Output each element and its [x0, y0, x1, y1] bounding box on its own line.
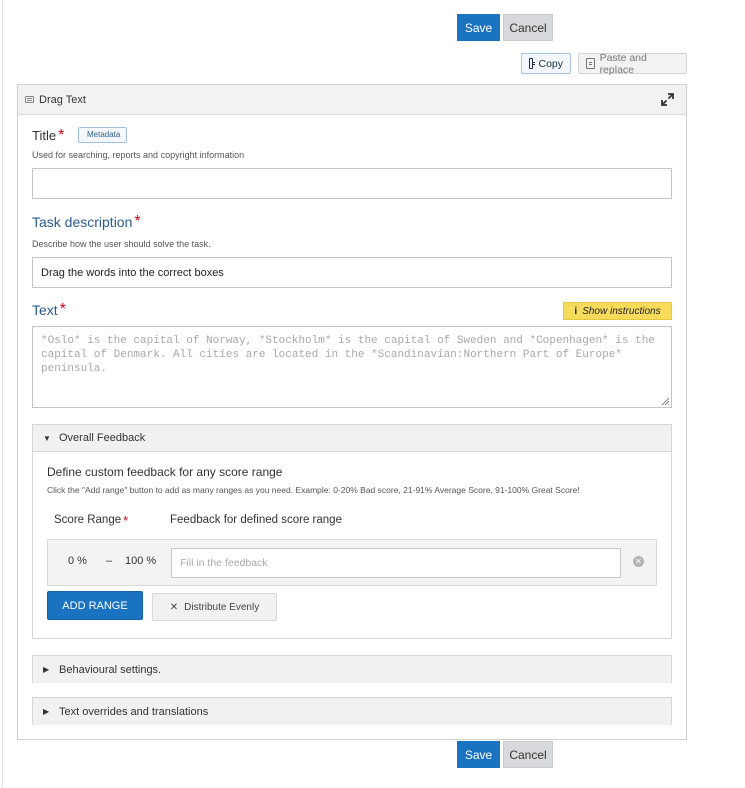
cancel-button-top[interactable]: Cancel — [503, 14, 553, 41]
title-label-text: Title — [32, 128, 57, 143]
title-input[interactable] — [32, 168, 672, 199]
save-button-top[interactable]: Save — [457, 14, 500, 41]
paste-label: Paste and replace — [599, 51, 647, 76]
feedback-section-description: Click the "Add range" button to add as m… — [47, 485, 580, 495]
text-required-mark: * — [59, 301, 66, 318]
fullscreen-icon[interactable] — [661, 93, 674, 106]
distribute-evenly-button[interactable]: ✕ Distribute Evenly — [152, 593, 277, 621]
task-description-input[interactable]: Drag the words into the correct boxes — [32, 257, 672, 288]
text-textarea[interactable]: *Oslo* is the capital of Norway, *Stockh… — [32, 326, 672, 408]
show-instructions-label: Show instructions — [582, 305, 661, 317]
add-range-button[interactable]: ADD RANGE — [47, 591, 143, 620]
remove-range-icon[interactable]: ✕ — [633, 556, 644, 567]
text-placeholder: *Oslo* is the capital of Norway, *Stockh… — [41, 335, 655, 375]
copy-label: Copy — [538, 57, 563, 70]
behavioural-settings-title: Behavioural settings. — [59, 663, 162, 676]
page-left-border — [2, 0, 3, 788]
text-label: Text * — [32, 301, 66, 319]
cancel-button-bottom[interactable]: Cancel — [503, 741, 553, 768]
text-overrides-title: Text overrides and translations — [59, 705, 209, 718]
resize-handle-icon[interactable] — [661, 397, 670, 406]
score-range-header: Score Range * — [54, 514, 128, 527]
paste-icon — [586, 58, 595, 69]
caret-right-icon: ▶ — [43, 665, 50, 674]
panel-title: Drag Text — [39, 93, 86, 106]
library-icon — [25, 96, 34, 103]
behavioural-settings-header[interactable]: ▶ Behavioural settings. — [33, 656, 671, 683]
task-description-label-text: Task description — [32, 214, 133, 230]
title-description: Used for searching, reports and copyrigh… — [32, 150, 245, 160]
show-instructions-button[interactable]: i Show instructions — [563, 302, 672, 320]
caret-right-icon: ▶ — [43, 707, 50, 716]
metadata-button[interactable]: Metadata — [78, 127, 128, 143]
range-from: 0 % — [68, 555, 87, 567]
overall-feedback-header[interactable]: ▼ Overall Feedback — [33, 425, 671, 452]
title-required-mark: * — [58, 127, 65, 144]
feedback-input[interactable]: Fill in the feedback — [171, 548, 621, 578]
score-range-row: 0 % – 100 % Fill in the feedback ✕ — [47, 539, 657, 586]
feedback-header: Feedback for defined score range — [170, 514, 342, 526]
text-overrides-header[interactable]: ▶ Text overrides and translations — [33, 698, 671, 725]
copy-icon — [529, 58, 536, 69]
text-label-text: Text — [32, 302, 58, 318]
text-overrides-group[interactable]: ▶ Text overrides and translations — [32, 697, 672, 725]
close-x-icon: ✕ — [169, 601, 179, 613]
save-button-bottom[interactable]: Save — [457, 741, 500, 768]
title-label: Title * — [32, 128, 64, 144]
distribute-evenly-label: Distribute Evenly — [184, 601, 260, 613]
panel-header: Drag Text — [18, 85, 686, 115]
info-icon: i — [574, 305, 578, 317]
feedback-section-title: Define custom feedback for any score ran… — [47, 465, 283, 479]
range-to: 100 % — [125, 555, 157, 567]
copy-button[interactable]: Copy — [521, 53, 571, 74]
score-range-required-mark: * — [123, 513, 129, 528]
overall-feedback-title: Overall Feedback — [59, 432, 146, 444]
task-required-mark: * — [134, 213, 141, 230]
range-dash: – — [106, 555, 113, 567]
caret-down-icon: ▼ — [43, 433, 51, 443]
task-description-help: Describe how the user should solve the t… — [32, 239, 211, 249]
score-range-header-text: Score Range — [54, 514, 122, 526]
task-description-label: Task description * — [32, 213, 141, 231]
behavioural-settings-group[interactable]: ▶ Behavioural settings. — [32, 655, 672, 683]
paste-replace-button[interactable]: Paste and replace — [578, 51, 687, 76]
